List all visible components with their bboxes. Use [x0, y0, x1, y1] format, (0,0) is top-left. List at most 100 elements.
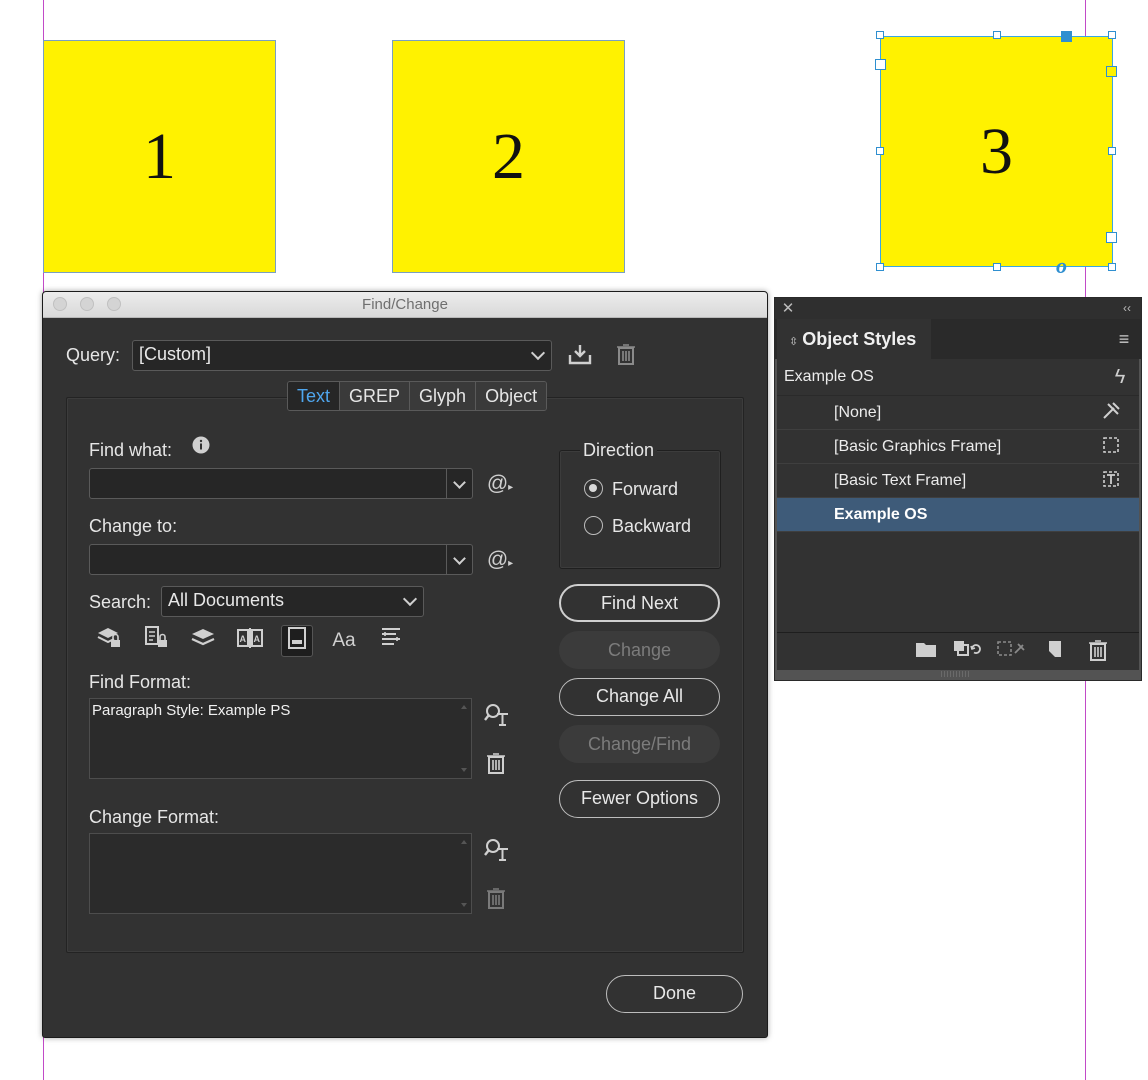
resize-handle-left[interactable] [876, 147, 884, 155]
forward-label[interactable]: Forward [612, 479, 678, 500]
frame-label: 2 [492, 119, 525, 193]
clear-change-format-icon[interactable] [484, 887, 508, 915]
style-name: [Basic Graphics Frame] [834, 438, 1002, 455]
resize-handle-left-upper[interactable] [875, 59, 886, 70]
change-format-box[interactable] [89, 833, 472, 914]
search-label: Search: [89, 592, 152, 612]
collapse-panel-icon[interactable]: ‹‹ [1119, 298, 1135, 319]
info-icon[interactable] [191, 436, 211, 460]
scroll-down-arrow[interactable] [461, 768, 467, 772]
include-hidden-layers-icon[interactable] [187, 625, 219, 657]
scroll-up-arrow[interactable] [461, 840, 467, 844]
query-dropdown[interactable]: [Custom] [132, 340, 552, 371]
close-panel-icon[interactable]: ✕ [781, 298, 795, 319]
special-characters-for-replace-icon[interactable]: @▸ [485, 548, 515, 576]
direction-group [559, 450, 721, 569]
clear-find-format-icon[interactable] [484, 752, 508, 780]
specify-find-format-icon[interactable] [483, 703, 511, 733]
change-to-history-button[interactable] [446, 545, 472, 574]
delete-style-icon[interactable] [1086, 639, 1110, 667]
at-glyph: @ [486, 548, 509, 571]
find-format-label: Find Format: [89, 672, 192, 692]
panel-menu-icon[interactable]: ≡ [1115, 327, 1133, 351]
case-sensitive-icon[interactable]: Aa [328, 625, 360, 657]
resize-handle-top-left[interactable] [876, 31, 884, 39]
chevron-down-icon [530, 345, 546, 361]
change-format-label: Change Format: [89, 807, 220, 827]
special-characters-for-search-icon[interactable]: @▸ [485, 472, 515, 500]
tab-glyph[interactable]: Glyph [410, 382, 477, 410]
lightning-bolt-icon[interactable]: ϟ [1111, 365, 1129, 389]
tab-grep[interactable]: GREP [340, 382, 411, 410]
object-styles-panel: ✕ ‹‹ ⇳ Object Styles ≡ Example OS ϟ [None… [774, 297, 1142, 681]
svg-text:A: A [254, 634, 261, 644]
fewer-options-button[interactable]: Fewer Options [559, 780, 720, 818]
style-row-basic-text-frame[interactable]: [Basic Text Frame] [777, 464, 1139, 498]
new-style-group-icon[interactable] [914, 639, 938, 665]
styles-list: Example OS ϟ [None] [Basic Graphics Fram… [777, 359, 1139, 632]
query-value: [Custom] [139, 344, 212, 364]
resize-handle-right[interactable] [1108, 147, 1116, 155]
include-footnotes-icon[interactable] [281, 625, 313, 657]
save-query-icon[interactable] [567, 343, 593, 371]
find-what-input[interactable] [89, 468, 473, 499]
panel-header-bar[interactable]: ✕ ‹‹ [775, 298, 1141, 319]
change-find-button[interactable]: Change/Find [559, 725, 720, 763]
resize-handle-bottom-left[interactable] [876, 263, 884, 271]
panel-tab-label: Object Styles [802, 329, 917, 349]
find-format-value: Paragraph Style: Example PS [92, 702, 291, 719]
resize-handle-top-right[interactable] [1061, 31, 1072, 42]
no-style-icon [1101, 401, 1121, 427]
specify-change-format-icon[interactable] [483, 838, 511, 868]
radio-backward[interactable] [584, 516, 603, 535]
include-locked-stories-icon[interactable] [140, 625, 172, 657]
panel-resize-grip[interactable] [941, 671, 971, 677]
backward-label[interactable]: Backward [612, 516, 691, 537]
create-new-style-icon[interactable] [1043, 639, 1067, 665]
find-format-box[interactable]: Paragraph Style: Example PS [89, 698, 472, 779]
search-scope-value: All Documents [168, 590, 285, 610]
tab-object-styles[interactable]: ⇳ Object Styles [777, 319, 931, 359]
style-row-basic-graphics-frame[interactable]: [Basic Graphics Frame] [777, 430, 1139, 464]
delete-query-icon[interactable] [614, 343, 638, 371]
at-glyph: @ [486, 472, 509, 495]
dialog-titlebar[interactable]: Find/Change [43, 292, 767, 318]
change-button[interactable]: Change [559, 631, 720, 669]
updown-arrows-icon: ⇳ [789, 336, 799, 348]
include-locked-layers-icon[interactable] [93, 625, 125, 657]
current-style-name: Example OS [784, 368, 874, 385]
yellow-frame-3-selected[interactable]: 3 [880, 36, 1113, 267]
resize-handle-bottom-right[interactable] [1108, 263, 1116, 271]
find-next-button[interactable]: Find Next [559, 584, 720, 622]
resize-handle-right-lower[interactable] [1106, 232, 1117, 243]
text-frame-icon [1101, 469, 1121, 495]
style-name: Example OS [834, 506, 928, 523]
style-row-example-os[interactable]: Example OS [777, 498, 1139, 532]
live-corner-handle[interactable] [1106, 66, 1117, 77]
whole-word-icon[interactable] [375, 625, 407, 657]
change-all-button[interactable]: Change All [559, 678, 720, 716]
include-master-pages-icon[interactable]: AA [234, 625, 266, 657]
change-to-input[interactable] [89, 544, 473, 575]
find-what-history-button[interactable] [446, 469, 472, 498]
panel-tab-bar: ⇳ Object Styles ≡ [775, 319, 1141, 359]
yellow-frame-2[interactable]: 2 [392, 40, 625, 273]
resize-handle-bottom[interactable] [993, 263, 1001, 271]
style-name: [Basic Text Frame] [834, 472, 967, 489]
tab-object[interactable]: Object [476, 382, 547, 410]
tab-text[interactable]: Text [288, 382, 341, 410]
scroll-down-arrow[interactable] [461, 903, 467, 907]
search-scope-dropdown[interactable]: All Documents [161, 586, 424, 617]
svg-text:A: A [240, 634, 247, 644]
direction-label: Direction [580, 440, 658, 461]
clear-overrides-icon[interactable] [952, 639, 984, 665]
resize-handle-top[interactable] [993, 31, 1001, 39]
style-row-none[interactable]: [None] [777, 396, 1139, 430]
done-button[interactable]: Done [606, 975, 743, 1013]
clear-non-style-attributes-icon[interactable] [996, 639, 1028, 665]
query-label: Query: [66, 345, 121, 365]
resize-handle-corner[interactable] [1108, 31, 1116, 39]
scroll-up-arrow[interactable] [461, 705, 467, 709]
radio-forward[interactable] [584, 479, 603, 498]
yellow-frame-1[interactable]: 1 [43, 40, 276, 273]
